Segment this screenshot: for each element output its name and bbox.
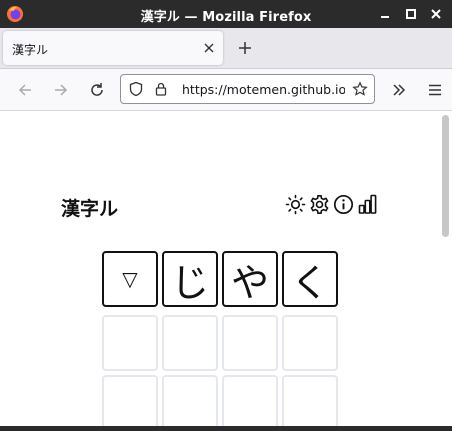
window-titlebar: 漢字ル — Mozilla Firefox xyxy=(0,0,452,28)
back-icon[interactable] xyxy=(16,81,34,99)
bookmark-star-icon[interactable] xyxy=(352,81,368,97)
minimize-icon[interactable] xyxy=(377,6,393,22)
hamburger-menu-icon[interactable] xyxy=(426,81,444,99)
board-tile-empty xyxy=(102,315,158,371)
board-tile-empty xyxy=(102,375,158,426)
url-text[interactable]: https://motemen.github.io/ xyxy=(182,82,345,97)
stats-icon[interactable] xyxy=(357,194,378,215)
board-tile-empty xyxy=(222,315,278,371)
scrollbar-track[interactable] xyxy=(438,111,452,426)
navigation-toolbar: https://motemen.github.io/ xyxy=(0,69,452,111)
page-content: 漢字ル ▽ じ や く xyxy=(0,111,452,426)
board-tile-empty xyxy=(282,375,338,426)
info-icon[interactable] xyxy=(333,194,354,215)
close-tab-icon[interactable] xyxy=(203,42,215,54)
close-window-icon[interactable] xyxy=(428,6,444,22)
overflow-chevron-icon[interactable] xyxy=(390,81,408,99)
tab-active[interactable]: 漢字ル xyxy=(3,31,223,65)
reload-icon[interactable] xyxy=(88,81,106,99)
app-title: 漢字ル xyxy=(61,198,119,220)
new-tab-icon[interactable] xyxy=(236,39,254,57)
tab-label: 漢字ル xyxy=(12,43,49,57)
board-tile-empty xyxy=(222,375,278,426)
sun-icon[interactable] xyxy=(285,194,306,215)
board-tile: ▽ xyxy=(102,251,158,307)
gear-icon[interactable] xyxy=(309,194,330,215)
board-tile: じ xyxy=(162,251,218,307)
board-tile-empty xyxy=(282,315,338,371)
window-bottom-edge xyxy=(0,426,452,431)
board-tile-empty xyxy=(162,315,218,371)
address-bar[interactable]: https://motemen.github.io/ xyxy=(120,74,375,104)
forward-icon[interactable] xyxy=(52,81,70,99)
maximize-icon[interactable] xyxy=(403,6,419,22)
tab-strip: 漢字ル xyxy=(0,28,452,69)
lock-icon[interactable] xyxy=(153,81,169,97)
scrollbar-thumb[interactable] xyxy=(442,115,449,237)
shield-icon[interactable] xyxy=(128,81,144,97)
board-tile-empty xyxy=(162,375,218,426)
board-tile: く xyxy=(282,251,338,307)
board-tile: や xyxy=(222,251,278,307)
